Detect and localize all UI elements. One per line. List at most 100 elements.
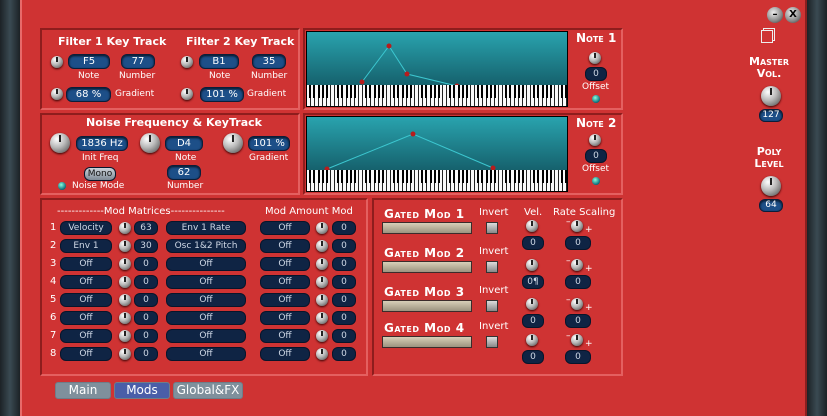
filter1-gradient-knob[interactable] (51, 88, 63, 100)
mod-amount-field[interactable]: 0 (134, 329, 158, 343)
mod-source-select[interactable]: Env 1 (60, 239, 112, 253)
noise-note-knob[interactable] (140, 133, 160, 153)
noise-number-field[interactable]: 62 (167, 165, 201, 180)
note1-point[interactable] (359, 79, 365, 85)
amount-mod-field[interactable]: 0 (332, 275, 356, 289)
rate-scaling-field[interactable]: 0 (565, 314, 591, 328)
mod-amount-knob[interactable] (119, 276, 131, 288)
mod-destination-select[interactable]: Env 1 Rate (166, 221, 246, 235)
note2-point[interactable] (410, 131, 416, 137)
amount-mod-select[interactable]: Off (260, 239, 310, 253)
amount-mod-knob[interactable] (316, 276, 328, 288)
note2-keyboard[interactable] (307, 170, 567, 191)
mod-amount-knob[interactable] (119, 294, 131, 306)
amount-mod-knob[interactable] (316, 258, 328, 270)
amount-mod-knob[interactable] (316, 294, 328, 306)
filter1-note-knob[interactable] (51, 56, 63, 68)
noise-init-freq-field[interactable]: 1836 Hz (76, 136, 128, 151)
mod-amount-knob[interactable] (119, 330, 131, 342)
minimize-button[interactable]: – (767, 7, 783, 23)
filter2-note-knob[interactable] (181, 56, 193, 68)
filter2-number-field[interactable]: 35 (252, 54, 286, 69)
mod-source-select[interactable]: Off (60, 293, 112, 307)
mod-source-select[interactable]: Off (60, 347, 112, 361)
mod-amount-knob[interactable] (119, 222, 131, 234)
amount-mod-select[interactable]: Off (260, 347, 310, 361)
amount-mod-select[interactable]: Off (260, 275, 310, 289)
mod-amount-field[interactable]: 30 (134, 239, 158, 253)
mod-destination-select[interactable]: Off (166, 293, 246, 307)
noise-gradient-knob[interactable] (223, 133, 243, 153)
tab-main[interactable]: Main (55, 382, 111, 399)
amount-mod-select[interactable]: Off (260, 293, 310, 307)
rate-scaling-knob[interactable] (571, 220, 583, 232)
poly-level-field[interactable]: 64 (759, 199, 783, 212)
gated-mod-slider[interactable] (382, 336, 472, 348)
noise-gradient-field[interactable]: 101 % (248, 136, 290, 151)
gated-mod-slider[interactable] (382, 261, 472, 273)
mod-amount-field[interactable]: 63 (134, 221, 158, 235)
mod-amount-field[interactable]: 0 (134, 257, 158, 271)
amount-mod-field[interactable]: 0 (332, 293, 356, 307)
copy-icon[interactable] (761, 30, 773, 43)
rate-scaling-field[interactable]: 0 (565, 236, 591, 250)
mod-destination-select[interactable]: Off (166, 275, 246, 289)
vel-knob[interactable] (526, 220, 538, 232)
invert-checkbox[interactable] (486, 336, 498, 348)
amount-mod-field[interactable]: 0 (332, 311, 356, 325)
rate-scaling-knob[interactable] (571, 298, 583, 310)
note1-offset-knob[interactable] (589, 52, 601, 64)
vel-field[interactable]: 0 (522, 236, 544, 250)
vel-field[interactable]: 0¶ (522, 275, 544, 289)
amount-mod-knob[interactable] (316, 330, 328, 342)
tab-mods[interactable]: Mods (114, 382, 170, 399)
note1-keyboard[interactable] (307, 85, 567, 106)
amount-mod-field[interactable]: 0 (332, 221, 356, 235)
vel-knob[interactable] (526, 298, 538, 310)
mod-source-select[interactable]: Velocity (60, 221, 112, 235)
amount-mod-knob[interactable] (316, 240, 328, 252)
filter2-gradient-knob[interactable] (181, 88, 193, 100)
mod-amount-field[interactable]: 0 (134, 293, 158, 307)
note2-offset-knob[interactable] (589, 134, 601, 146)
mod-amount-knob[interactable] (119, 240, 131, 252)
note1-offset-field[interactable]: 0 (585, 67, 607, 81)
rate-scaling-knob[interactable] (571, 259, 583, 271)
note1-point[interactable] (404, 71, 410, 77)
amount-mod-knob[interactable] (316, 222, 328, 234)
amount-mod-field[interactable]: 0 (332, 329, 356, 343)
noise-init-freq-knob[interactable] (50, 133, 70, 153)
mod-destination-select[interactable]: Off (166, 311, 246, 325)
mod-source-select[interactable]: Off (60, 275, 112, 289)
note2-offset-field[interactable]: 0 (585, 149, 607, 163)
amount-mod-knob[interactable] (316, 348, 328, 360)
invert-checkbox[interactable] (486, 300, 498, 312)
amount-mod-field[interactable]: 0 (332, 347, 356, 361)
note1-point[interactable] (386, 43, 392, 49)
invert-checkbox[interactable] (486, 222, 498, 234)
note1-envelope-display[interactable] (306, 31, 568, 107)
filter1-gradient-field[interactable]: 68 % (66, 87, 111, 102)
filter2-note-field[interactable]: B1 (199, 54, 239, 69)
master-vol-field[interactable]: 127 (759, 109, 783, 122)
filter2-gradient-field[interactable]: 101 % (200, 87, 244, 102)
noise-note-field[interactable]: D4 (165, 136, 203, 151)
mod-amount-knob[interactable] (119, 312, 131, 324)
amount-mod-select[interactable]: Off (260, 221, 310, 235)
amount-mod-field[interactable]: 0 (332, 257, 356, 271)
rate-scaling-field[interactable]: 0 (565, 275, 591, 289)
mod-destination-select[interactable]: Off (166, 257, 246, 271)
amount-mod-field[interactable]: 0 (332, 239, 356, 253)
mod-amount-knob[interactable] (119, 348, 131, 360)
rate-scaling-knob[interactable] (571, 334, 583, 346)
tab-global-fx[interactable]: Global&FX (173, 382, 243, 399)
amount-mod-select[interactable]: Off (260, 311, 310, 325)
mod-source-select[interactable]: Off (60, 257, 112, 271)
vel-knob[interactable] (526, 259, 538, 271)
mod-amount-field[interactable]: 0 (134, 275, 158, 289)
filter1-note-field[interactable]: F5 (68, 54, 110, 69)
vel-knob[interactable] (526, 334, 538, 346)
gated-mod-slider[interactable] (382, 222, 472, 234)
amount-mod-select[interactable]: Off (260, 257, 310, 271)
mod-destination-select[interactable]: Off (166, 347, 246, 361)
